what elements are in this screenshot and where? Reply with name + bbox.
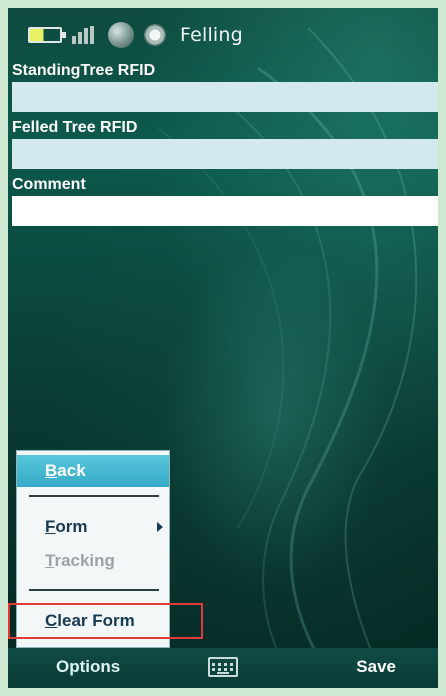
standing-tree-rfid-label: StandingTree RFID [12, 62, 156, 79]
menu-separator [29, 589, 159, 591]
save-softkey[interactable]: Save [356, 657, 396, 677]
submenu-arrow-icon [157, 522, 163, 532]
status-bar: Felling [8, 8, 438, 62]
felling-form: StandingTree RFID Felled Tree RFID Comme… [8, 60, 438, 231]
comment-label: Comment [12, 176, 86, 193]
options-softkey[interactable]: Options [56, 657, 120, 677]
standing-tree-rfid-input[interactable] [12, 82, 438, 112]
menu-item-tracking: Tracking [45, 551, 115, 570]
options-menu: Back Form Tracking Clear Form [16, 450, 170, 648]
signal-icon [72, 26, 98, 44]
battery-icon [28, 27, 66, 43]
menu-separator [29, 495, 159, 497]
menu-item-clear-form[interactable]: Clear Form [17, 605, 169, 637]
device-screen: Felling StandingTree RFID Felled Tree RF… [8, 8, 438, 688]
menu-item-form[interactable]: Form [17, 511, 169, 543]
sync-icon [144, 24, 166, 46]
soft-key-bar: Options Save [8, 648, 438, 688]
felled-tree-rfid-input[interactable] [12, 139, 438, 169]
comment-input[interactable] [12, 196, 438, 226]
app-title: Felling [180, 24, 243, 46]
felled-tree-rfid-label: Felled Tree RFID [12, 119, 138, 136]
keyboard-icon[interactable] [208, 657, 238, 677]
menu-item-back[interactable]: Back [17, 455, 169, 487]
connection-icon [108, 22, 134, 48]
